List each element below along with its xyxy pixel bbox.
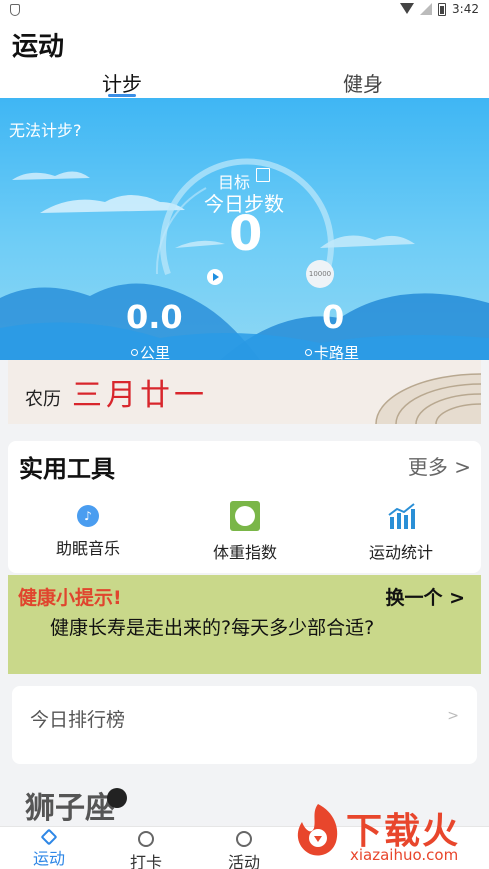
tips-title: 健康小提示!	[18, 587, 122, 609]
music-note-icon: ♪	[77, 505, 99, 527]
status-time: 3:42	[452, 2, 479, 16]
tab-fitness-label: 健身	[343, 72, 383, 96]
health-tips-banner[interactable]: 健康小提示! 换一个 > 健康长寿是走出来的?每天多少部合适?	[8, 575, 481, 674]
lunar-date-banner[interactable]: 农历 三月廿一	[8, 360, 481, 424]
distance-unit-label: 公里	[140, 344, 171, 360]
wifi-icon	[400, 3, 415, 15]
horoscope-title[interactable]: 狮子座	[25, 783, 115, 827]
tool-label: 运动统计	[368, 543, 433, 562]
tool-label: 助眠音乐	[55, 539, 120, 558]
lunar-label: 农历	[25, 389, 61, 410]
steps-value: 0	[229, 206, 263, 262]
pedometer-panel: 无法计步? 目标 今日步数 0 10000 0.0 0 公里 卡路里	[0, 98, 489, 360]
calories-unit: 卡路里	[305, 342, 359, 360]
tree-rings-icon	[375, 373, 481, 424]
tab-pedometer-label: 计步	[102, 72, 142, 96]
calories-value: 0	[322, 298, 345, 336]
ranking-card[interactable]: 今日排行榜 >	[12, 686, 477, 764]
play-icon[interactable]	[207, 269, 223, 285]
nav-item-activity[interactable]: 活动	[209, 831, 279, 869]
lunar-date: 三月廿一	[72, 378, 208, 413]
nav-item-sport[interactable]: 运动	[14, 828, 84, 869]
tips-text: 健康长寿是走出来的?每天多少部合适?	[50, 617, 375, 639]
shield-icon	[10, 4, 20, 16]
calories-unit-label: 卡路里	[314, 344, 360, 360]
watermark-url: xiazaihuo.com	[350, 846, 459, 864]
alarm-clock-icon	[138, 831, 154, 847]
tab-fitness[interactable]: 健身	[323, 68, 403, 97]
tools-title: 实用工具	[19, 455, 115, 483]
tab-indicator	[108, 94, 136, 97]
tool-stats[interactable]: 运动统计	[341, 501, 461, 563]
nav-item-checkin[interactable]: 打卡	[111, 831, 181, 869]
bar-chart-icon	[386, 501, 416, 531]
page-title: 运动	[12, 32, 65, 62]
tab-bar: 计步 健身	[0, 68, 489, 98]
tool-bmi[interactable]: 体重指数	[185, 501, 305, 563]
nav-label: 运动	[32, 849, 65, 868]
distance-value: 0.0	[126, 298, 183, 336]
tools-card: 实用工具 更多 > ♪ 助眠音乐 体重指数 运动统计	[8, 441, 481, 573]
tips-swap-button[interactable]: 换一个 >	[385, 583, 465, 610]
menu-badge-icon[interactable]	[107, 788, 127, 808]
watermark-logo-icon	[297, 804, 338, 856]
tool-sleep-music[interactable]: ♪ 助眠音乐	[28, 501, 148, 559]
chevron-right-icon: >	[447, 708, 459, 724]
cant-count-link[interactable]: 无法计步?	[9, 117, 82, 141]
sport-icon	[40, 828, 58, 846]
status-bar: 3:42	[0, 0, 489, 22]
activity-icon	[236, 831, 252, 847]
ranking-label: 今日排行榜	[30, 709, 126, 731]
app-screen: 3:42 运动 计步 健身 无法计步? 目标 今日步数 0 10000 0.0 …	[0, 0, 489, 869]
scale-icon	[230, 501, 260, 531]
edit-icon[interactable]	[256, 168, 270, 182]
watermark: 下载火 xiazaihuo.com	[290, 798, 489, 869]
goal-badge: 10000	[306, 260, 334, 288]
distance-unit-icon	[131, 349, 138, 356]
header: 运动 计步 健身	[0, 22, 489, 98]
tools-more-link[interactable]: 更多 >	[408, 451, 471, 480]
battery-icon	[438, 2, 447, 16]
status-right: 3:42	[400, 2, 479, 16]
signal-icon	[420, 3, 433, 15]
nav-label: 打卡	[129, 853, 162, 869]
nav-label: 活动	[227, 853, 260, 869]
tool-label: 体重指数	[212, 543, 277, 562]
distance-unit: 公里	[131, 342, 170, 360]
calories-unit-icon	[305, 349, 312, 356]
tab-pedometer[interactable]: 计步	[82, 68, 162, 97]
